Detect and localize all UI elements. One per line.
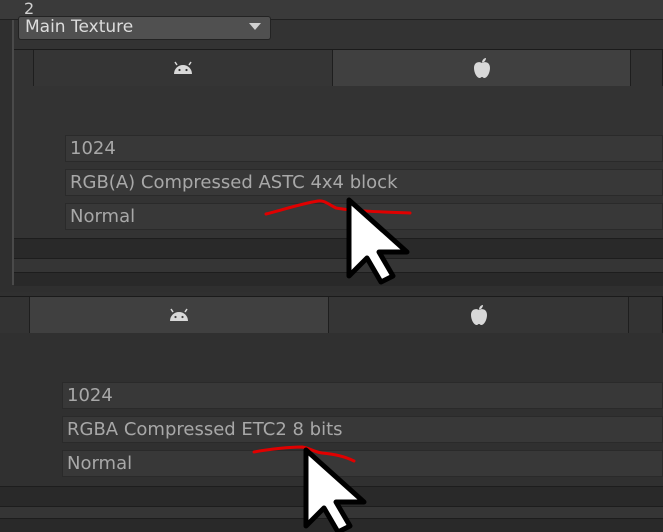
format-field[interactable]: RGBA Compressed ETC2 8 bits xyxy=(62,416,663,443)
compression-value: Normal xyxy=(70,206,136,227)
max-size-value: 1024 xyxy=(70,138,116,159)
texture-type-dropdown[interactable]: Main Texture xyxy=(18,16,271,40)
tab-ios[interactable] xyxy=(329,297,629,333)
tab-right-spacer xyxy=(631,50,663,86)
format-value: RGB(A) Compressed ASTC 4x4 block xyxy=(70,172,398,193)
max-size-value: 1024 xyxy=(67,385,113,406)
tab-ios[interactable] xyxy=(333,50,631,86)
apple-icon xyxy=(473,58,490,78)
format-value: RGBA Compressed ETC2 8 bits xyxy=(67,419,343,440)
android-icon xyxy=(170,308,188,321)
mouse-cursor-icon xyxy=(346,197,410,285)
max-size-field[interactable]: 1024 xyxy=(65,135,663,162)
tab-android[interactable] xyxy=(34,50,333,86)
panel-divider xyxy=(14,238,663,258)
compression-value: Normal xyxy=(67,453,133,474)
dropdown-value: Main Texture xyxy=(25,17,134,37)
tab-android[interactable] xyxy=(30,297,329,333)
max-size-field[interactable]: 1024 xyxy=(62,382,663,409)
android-icon xyxy=(174,61,192,74)
panel-divider xyxy=(14,258,663,272)
mouse-cursor-icon xyxy=(303,447,367,532)
tab-left-spacer xyxy=(0,297,30,333)
tab-right-spacer xyxy=(629,297,663,333)
panel-divider xyxy=(14,272,663,286)
apple-icon xyxy=(470,305,487,325)
tab-left-spacer xyxy=(14,50,34,86)
chevron-down-icon xyxy=(249,23,261,30)
